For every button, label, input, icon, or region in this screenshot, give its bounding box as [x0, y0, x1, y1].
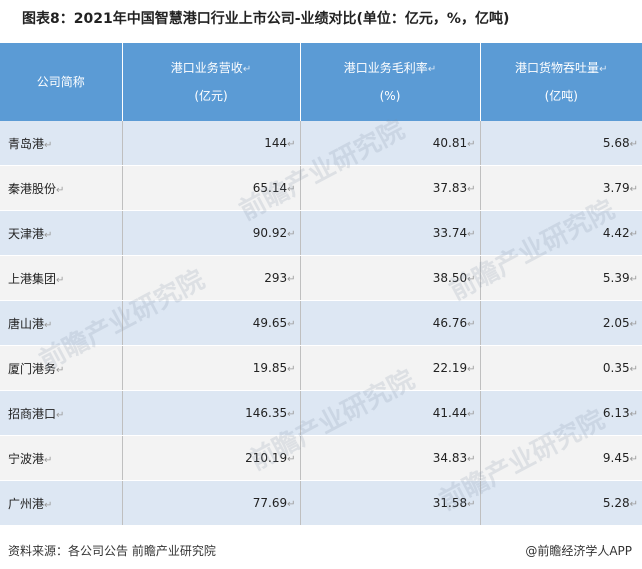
cell-margin: 33.74↵ [300, 210, 481, 256]
header-revenue-unit: (亿元) [194, 89, 228, 103]
cell-throughput-value: 2.05 [602, 316, 630, 330]
cell-margin: 40.81↵ [300, 121, 481, 166]
cell-throughput: 5.68↵ [480, 121, 642, 166]
cell-company: 上港集团↵ [0, 255, 123, 301]
cell-company: 厦门港务↵ [0, 345, 123, 391]
cell-throughput: 5.28↵ [480, 480, 642, 526]
cell-margin-value: 41.44 [432, 406, 468, 420]
cell-company-value: 唐山港 [8, 316, 45, 331]
cell-throughput-value: 4.42 [602, 226, 630, 240]
cell-margin-value: 31.58 [432, 496, 468, 510]
cell-margin-value: 40.81 [432, 136, 468, 150]
data-table-container: 公司简称 港口业务营收↵ (亿元) 港口业务毛利率↵ (%) 港口货物吞吐量↵ … [0, 43, 642, 526]
cell-revenue: 19.85↵ [122, 345, 301, 391]
cell-company-value: 青岛港 [8, 136, 45, 151]
chart-title: 图表8：2021年中国智慧港口行业上市公司-业绩对比(单位：亿元，%，亿吨) [22, 11, 510, 27]
header-throughput-unit: (亿吨) [544, 89, 578, 103]
cell-throughput-value: 0.35 [602, 361, 630, 375]
cell-revenue: 90.92↵ [122, 210, 301, 256]
cell-margin: 46.76↵ [300, 300, 481, 346]
cell-revenue: 77.69↵ [122, 480, 301, 526]
cell-throughput: 5.39↵ [480, 255, 642, 301]
cell-throughput: 3.79↵ [480, 165, 642, 211]
cell-company-value: 上港集团 [8, 271, 57, 286]
performance-table: 公司简称 港口业务营收↵ (亿元) 港口业务毛利率↵ (%) 港口货物吞吐量↵ … [0, 43, 642, 526]
cell-margin-value: 37.83 [432, 181, 468, 195]
table-row: 上港集团↵ 293↵ 38.50↵ 5.39↵ [0, 255, 642, 301]
cell-revenue: 65.14↵ [122, 165, 301, 211]
cell-revenue: 146.35↵ [122, 390, 301, 436]
header-revenue-label: 港口业务营收 [170, 61, 243, 75]
cell-throughput: 6.13↵ [480, 390, 642, 436]
cell-margin-value: 34.83 [432, 451, 468, 465]
cell-throughput-value: 5.28 [602, 496, 630, 510]
cell-throughput: 2.05↵ [480, 300, 642, 346]
brand-credit: @前瞻经济学人APP [525, 544, 632, 558]
cell-revenue-value: 144 [264, 136, 288, 150]
cell-margin: 38.50↵ [300, 255, 481, 301]
cell-margin-value: 22.19 [432, 361, 468, 375]
cell-margin: 37.83↵ [300, 165, 481, 211]
header-revenue: 港口业务营收↵ (亿元) [122, 43, 301, 121]
cell-company-value: 招商港口 [8, 406, 57, 421]
cell-throughput-value: 9.45 [602, 451, 630, 465]
cell-margin-value: 38.50 [432, 271, 468, 285]
cell-margin-value: 33.74 [432, 226, 468, 240]
cell-revenue: 144↵ [122, 121, 301, 166]
cell-company: 青岛港↵ [0, 121, 123, 166]
header-throughput-label: 港口货物吞吐量 [515, 61, 600, 75]
cell-revenue-value: 90.92 [252, 226, 288, 240]
cell-margin: 31.58↵ [300, 480, 481, 526]
cell-throughput-value: 5.39 [602, 271, 630, 285]
cell-throughput-value: 6.13 [602, 406, 630, 420]
cell-company-value: 秦港股份 [8, 181, 57, 196]
header-margin-unit: (%) [379, 89, 401, 103]
cell-revenue-value: 293 [264, 271, 288, 285]
cell-company-value: 天津港 [8, 226, 45, 241]
cell-company: 宁波港↵ [0, 435, 123, 481]
table-body: 青岛港↵ 144↵ 40.81↵ 5.68↵ 秦港股份↵ 65.14↵ 37.83↵ 3.79… [0, 121, 642, 526]
cell-company: 天津港↵ [0, 210, 123, 256]
cell-throughput: 0.35↵ [480, 345, 642, 391]
cell-company: 唐山港↵ [0, 300, 123, 346]
cell-revenue-value: 65.14 [252, 181, 288, 195]
table-row: 青岛港↵ 144↵ 40.81↵ 5.68↵ [0, 121, 642, 166]
table-row: 招商港口↵ 146.35↵ 41.44↵ 6.13↵ [0, 390, 642, 436]
header-company: 公司简称 [0, 43, 123, 121]
cell-company-value: 厦门港务 [8, 361, 57, 376]
cell-company-value: 宁波港 [8, 451, 45, 466]
table-row: 唐山港↵ 49.65↵ 46.76↵ 2.05↵ [0, 300, 642, 346]
cell-revenue-value: 146.35 [245, 406, 288, 420]
cell-throughput-value: 5.68 [602, 136, 630, 150]
cell-margin-value: 46.76 [432, 316, 468, 330]
table-row: 厦门港务↵ 19.85↵ 22.19↵ 0.35↵ [0, 345, 642, 391]
cell-revenue-value: 210.19 [245, 451, 288, 465]
source-note: 资料来源：各公司公告 前瞻产业研究院 [8, 544, 216, 558]
cell-company: 秦港股份↵ [0, 165, 123, 211]
cell-revenue: 49.65↵ [122, 300, 301, 346]
table-row: 广州港↵ 77.69↵ 31.58↵ 5.28↵ [0, 480, 642, 526]
cell-margin: 41.44↵ [300, 390, 481, 436]
header-margin-label: 港口业务毛利率 [343, 61, 428, 75]
table-row: 宁波港↵ 210.19↵ 34.83↵ 9.45↵ [0, 435, 642, 481]
cell-revenue-value: 77.69 [252, 496, 288, 510]
cell-throughput: 9.45↵ [480, 435, 642, 481]
cell-throughput: 4.42↵ [480, 210, 642, 256]
cell-revenue: 293↵ [122, 255, 301, 301]
cell-margin: 22.19↵ [300, 345, 481, 391]
cell-revenue-value: 19.85 [252, 361, 288, 375]
table-row: 秦港股份↵ 65.14↵ 37.83↵ 3.79↵ [0, 165, 642, 211]
cell-company: 广州港↵ [0, 480, 123, 526]
cell-revenue-value: 49.65 [252, 316, 288, 330]
cell-margin: 34.83↵ [300, 435, 481, 481]
cell-throughput-value: 3.79 [602, 181, 630, 195]
cell-revenue: 210.19↵ [122, 435, 301, 481]
header-company-label: 公司简称 [36, 75, 85, 89]
cell-company-value: 广州港 [8, 496, 45, 511]
table-header-row: 公司简称 港口业务营收↵ (亿元) 港口业务毛利率↵ (%) 港口货物吞吐量↵ … [0, 43, 642, 121]
table-row: 天津港↵ 90.92↵ 33.74↵ 4.42↵ [0, 210, 642, 256]
cell-company: 招商港口↵ [0, 390, 123, 436]
header-throughput: 港口货物吞吐量↵ (亿吨) [480, 43, 642, 121]
header-margin: 港口业务毛利率↵ (%) [300, 43, 481, 121]
